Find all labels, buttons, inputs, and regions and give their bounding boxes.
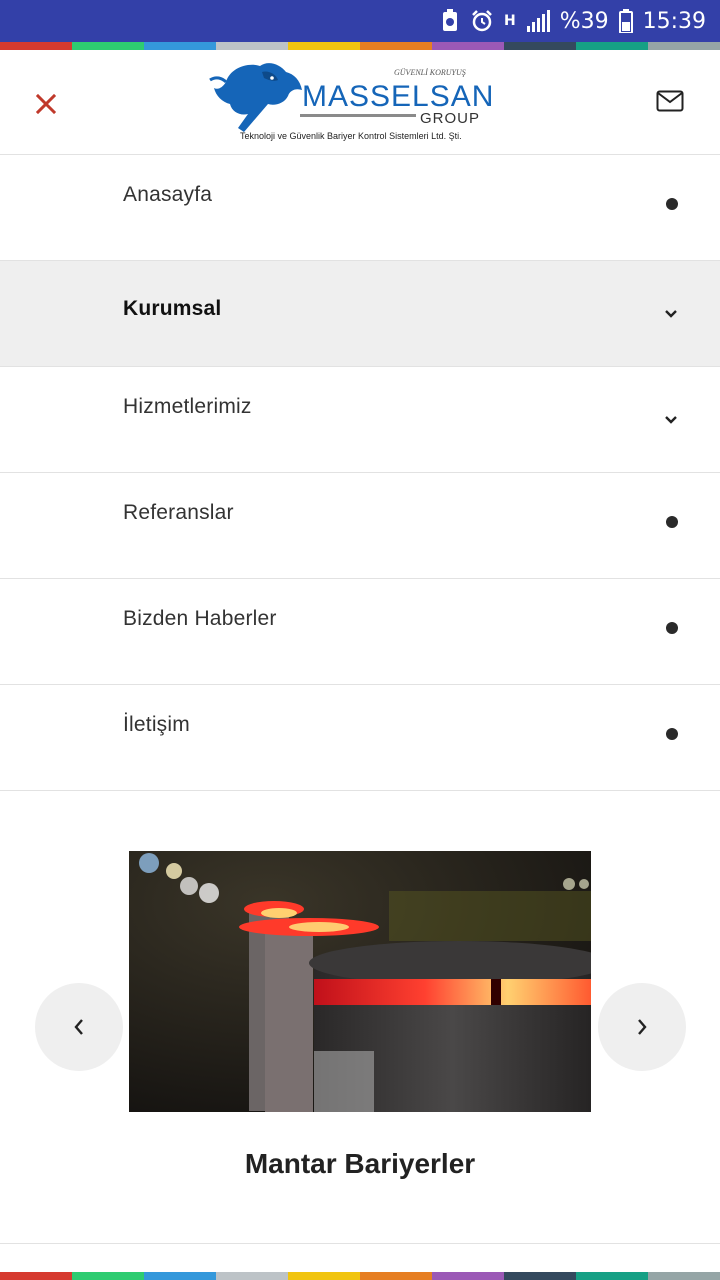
- battery-percent: %39: [559, 8, 609, 34]
- mail-button[interactable]: [656, 90, 684, 114]
- close-menu-button[interactable]: [30, 88, 62, 120]
- section-divider: [0, 1243, 720, 1244]
- signal-icon: [526, 10, 550, 32]
- color-strip-segment: [216, 42, 288, 50]
- site-logo[interactable]: GÜVENLİ KORUYUŞ MASSELSAN GROUP Teknoloj…: [208, 58, 493, 146]
- color-strip-segment: [432, 1272, 504, 1280]
- color-strip-bottom: [0, 1272, 720, 1280]
- color-strip-segment: [504, 42, 576, 50]
- menu-item-iletisim[interactable]: İletişim: [0, 685, 720, 791]
- product-slider: Mantar Bariyerler: [0, 790, 720, 1240]
- color-strip-segment: [648, 1272, 720, 1280]
- logo-group: GROUP: [420, 110, 481, 127]
- site-header: GÜVENLİ KORUYUŞ MASSELSAN GROUP Teknoloj…: [0, 50, 720, 155]
- chevron-down-icon[interactable]: [664, 415, 678, 425]
- color-strip-segment: [216, 1272, 288, 1280]
- menu-item-label: Kurumsal: [123, 297, 222, 320]
- color-strip-segment: [504, 1272, 576, 1280]
- menu-item-label: Bizden Haberler: [123, 607, 277, 630]
- logo-divider: [300, 114, 416, 117]
- menu-item-hizmetlerimiz[interactable]: Hizmetlerimiz: [0, 367, 720, 473]
- mail-icon: [656, 90, 684, 112]
- lion-logo-icon: [209, 63, 302, 132]
- nav-menu: Anasayfa Kurumsal Hizmetlerimiz Referans…: [0, 155, 720, 791]
- color-strip-segment: [360, 42, 432, 50]
- color-strip-segment: [0, 42, 72, 50]
- chevron-left-icon: [74, 1019, 83, 1035]
- status-icons: H %39 15:39: [440, 0, 706, 42]
- color-strip-segment: [288, 1272, 360, 1280]
- color-strip-segment: [648, 42, 720, 50]
- menu-item-kurumsal[interactable]: Kurumsal: [0, 261, 720, 367]
- color-strip-segment: [432, 42, 504, 50]
- color-strip-segment: [72, 1272, 144, 1280]
- menu-item-referanslar[interactable]: Referanslar: [0, 473, 720, 579]
- network-type: H: [503, 13, 516, 29]
- color-strip-segment: [0, 1272, 72, 1280]
- menu-item-label: Hizmetlerimiz: [123, 395, 252, 418]
- color-strip-segment: [288, 42, 360, 50]
- menu-item-anasayfa[interactable]: Anasayfa: [0, 155, 720, 261]
- close-icon: [36, 94, 56, 114]
- logo-title: MASSELSAN: [302, 80, 495, 113]
- bullet-icon: [666, 516, 678, 528]
- color-strip-segment: [360, 1272, 432, 1280]
- logo-motto: GÜVENLİ KORUYUŞ: [394, 68, 466, 77]
- alarm-icon: [472, 10, 492, 32]
- status-bar: H %39 15:39: [0, 0, 720, 42]
- color-strip-segment: [576, 42, 648, 50]
- chevron-down-icon[interactable]: [664, 309, 678, 319]
- bullet-icon: [666, 728, 678, 740]
- color-strip-segment: [144, 1272, 216, 1280]
- menu-item-bizden-haberler[interactable]: Bizden Haberler: [0, 579, 720, 685]
- clock: 15:39: [642, 8, 706, 34]
- color-strip-segment: [72, 42, 144, 50]
- bollard-photo: [129, 851, 591, 1112]
- color-strip-segment: [576, 1272, 648, 1280]
- bullet-icon: [666, 622, 678, 634]
- menu-item-label: Referanslar: [123, 501, 234, 524]
- bullet-icon: [666, 198, 678, 210]
- slide-image-bollard[interactable]: [129, 851, 591, 1112]
- slide-caption[interactable]: Mantar Bariyerler: [0, 1148, 720, 1180]
- battery-icon: [618, 9, 633, 33]
- menu-item-label: Anasayfa: [123, 183, 213, 206]
- color-strip-segment: [144, 42, 216, 50]
- logo-subtitle: Teknoloji ve Güvenlik Bariyer Kontrol Si…: [240, 131, 462, 141]
- color-strip-top: [0, 42, 720, 50]
- menu-item-label: İletişim: [123, 713, 190, 736]
- chevron-right-icon: [638, 1019, 647, 1035]
- slider-next-button[interactable]: [598, 983, 686, 1071]
- recycle-icon: [442, 9, 457, 31]
- slider-prev-button[interactable]: [35, 983, 123, 1071]
